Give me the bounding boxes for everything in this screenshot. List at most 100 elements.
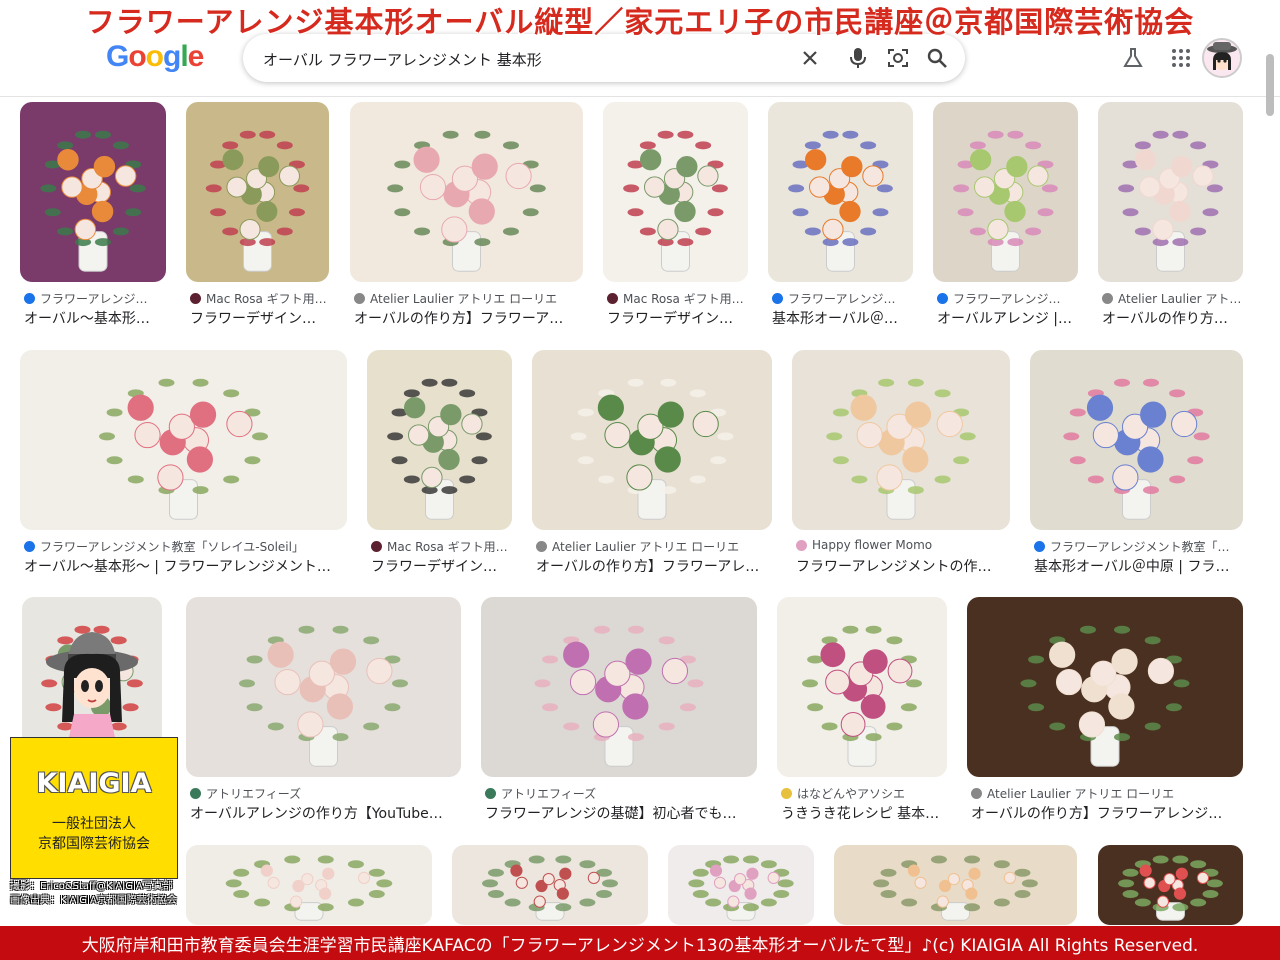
microphone-icon[interactable] <box>846 46 870 70</box>
result-thumbnail[interactable] <box>20 102 166 282</box>
result-title[interactable]: 基本形オーバル＠… <box>772 308 913 328</box>
result-thumbnail[interactable] <box>186 845 432 925</box>
result-title[interactable]: フラワーアレンジメントの作… <box>796 556 1010 576</box>
result-title[interactable]: オーバルの作り方】フラワーアレンジ… <box>971 803 1243 823</box>
result-thumbnail[interactable] <box>532 350 772 530</box>
result-thumbnail[interactable] <box>1098 845 1243 925</box>
result-thumbnail[interactable] <box>186 102 329 282</box>
apps-grid-icon[interactable] <box>1167 44 1195 72</box>
result-source-text: Mac Rosa ギフト用… <box>206 292 327 306</box>
result-source[interactable]: はなどんやアソシエ <box>781 785 947 802</box>
credit-line1: 撮影：Erico&Staff@KIAIGIA写真部 <box>10 881 173 892</box>
result-source[interactable]: アトリエフィーズ <box>485 785 757 802</box>
banner-title: フラワーアレンジ基本形オーバル縦型／家元エリ子の市民講座＠京都国際芸術協会 <box>85 5 1195 39</box>
result-source[interactable]: Happy flower Momo <box>796 538 1010 552</box>
result-thumbnail[interactable] <box>452 845 648 925</box>
lens-icon[interactable] <box>886 46 910 70</box>
kiaigia-badge: KIAIGIA 一般社団法人 京都国際芸術協会 <box>10 737 178 879</box>
result-source-text: Atelier Laulier アトリエ ローリエ <box>370 292 558 306</box>
site-favicon-icon <box>1034 541 1045 552</box>
result-source-text: Happy flower Momo <box>812 538 933 552</box>
result-thumbnail[interactable] <box>1030 350 1243 530</box>
result-source-text: フラワーアレンジ… <box>953 292 1061 306</box>
result-source-text: フラワーアレンジ… <box>788 292 896 306</box>
result-source[interactable]: フラワーアレンジメント教室「… <box>1034 538 1243 555</box>
result-thumbnail[interactable] <box>668 845 814 925</box>
logo-letter: G <box>106 40 129 73</box>
result-source-text: はなどんやアソシエ <box>797 787 906 801</box>
site-favicon-icon <box>190 293 201 304</box>
result-thumbnail[interactable] <box>967 597 1243 777</box>
result-source[interactable]: Mac Rosa ギフト用… <box>607 290 748 307</box>
site-favicon-icon <box>1102 293 1113 304</box>
result-source[interactable]: フラワーアレンジ… <box>937 290 1078 307</box>
result-thumbnail[interactable] <box>481 597 757 777</box>
site-favicon-icon <box>24 541 35 552</box>
result-source[interactable]: フラワーアレンジメント教室「ソレイユ-Soleil」 <box>24 538 347 555</box>
result-source[interactable]: Atelier Laulier アト… <box>1102 290 1243 307</box>
result-source-text: フラワーアレンジ… <box>40 292 148 306</box>
result-title[interactable]: フラワーデザイン… <box>607 308 748 328</box>
site-favicon-icon <box>607 293 618 304</box>
logo-letter: g <box>163 40 181 73</box>
result-thumbnail[interactable] <box>20 350 347 530</box>
result-source[interactable]: フラワーアレンジ… <box>772 290 913 307</box>
photo-credit: 撮影：Erico&Staff@KIAIGIA写真部 画像出典：KIAIGIA京都… <box>10 880 177 908</box>
result-title[interactable]: オーバルの作り方… <box>1102 308 1243 328</box>
search-icon[interactable] <box>925 46 949 70</box>
result-thumbnail[interactable] <box>768 102 913 282</box>
result-source-text: Atelier Laulier アトリエ ローリエ <box>552 540 740 554</box>
result-source[interactable]: Mac Rosa ギフト用… <box>190 290 329 307</box>
google-logo[interactable]: Google <box>106 40 205 74</box>
result-source[interactable]: Atelier Laulier アトリエ ローリエ <box>354 290 583 307</box>
result-source[interactable]: フラワーアレンジ… <box>24 290 166 307</box>
result-thumbnail[interactable] <box>792 350 1010 530</box>
result-title[interactable]: フラワーデザイン… <box>371 556 512 576</box>
search-input[interactable]: オーバル フラワーアレンジメント 基本形 <box>263 49 542 70</box>
result-source-text: フラワーアレンジメント教室「… <box>1050 540 1230 554</box>
result-source[interactable]: Mac Rosa ギフト用… <box>371 538 512 555</box>
result-thumbnail[interactable] <box>1098 102 1243 282</box>
result-thumbnail[interactable] <box>367 350 512 530</box>
search-box[interactable]: オーバル フラワーアレンジメント 基本形 <box>243 34 965 82</box>
site-favicon-icon <box>24 293 35 304</box>
footer-caption: 大阪府岸和田市教育委員会生涯学習市民講座KAFACの「フラワーアレンジメント13… <box>0 926 1280 960</box>
result-title[interactable]: オーバルアレンジの作り方【YouTube… <box>190 803 461 823</box>
badge-line1: 一般社団法人 <box>52 816 136 832</box>
site-favicon-icon <box>536 541 547 552</box>
result-title[interactable]: 基本形オーバル＠中原 | フラ… <box>1034 556 1243 576</box>
result-thumbnail[interactable] <box>603 102 748 282</box>
result-title[interactable]: うきうき花レシピ 基本… <box>781 803 947 823</box>
site-favicon-icon <box>796 539 807 551</box>
logo-letter: o <box>145 40 164 73</box>
result-title[interactable]: オーバルアレンジ |… <box>937 308 1078 328</box>
logo-letter: e <box>187 40 205 73</box>
result-thumbnail[interactable] <box>777 597 947 777</box>
credit-line2: 画像出典：KIAIGIA京都国際芸術協会 <box>10 895 177 906</box>
result-thumbnail[interactable] <box>933 102 1078 282</box>
avatar[interactable] <box>1202 38 1242 78</box>
result-title[interactable]: オーバル〜基本形… <box>24 308 166 328</box>
scrollbar-thumb[interactable] <box>1266 54 1274 116</box>
result-title[interactable]: フラワーアレンジの基礎】初心者でも… <box>485 803 757 823</box>
result-source-text: フラワーアレンジメント教室「ソレイユ-Soleil」 <box>40 540 304 554</box>
logo-letter: o <box>128 40 146 73</box>
close-icon[interactable] <box>798 46 822 70</box>
result-title[interactable]: フラワーデザイン… <box>190 308 329 328</box>
site-favicon-icon <box>485 788 496 799</box>
result-thumbnail[interactable] <box>186 597 461 777</box>
result-source[interactable]: Atelier Laulier アトリエ ローリエ <box>971 785 1243 802</box>
mascot-illustration <box>44 622 140 742</box>
result-title[interactable]: オーバル〜基本形〜 | フラワーアレンジメント… <box>24 556 347 576</box>
site-favicon-icon <box>190 788 201 799</box>
result-thumbnail[interactable] <box>834 845 1077 925</box>
labs-flask-icon[interactable] <box>1119 44 1147 72</box>
result-title[interactable]: オーバルの作り方】フラワーア… <box>354 308 583 328</box>
result-source-text: Atelier Laulier アト… <box>1118 292 1242 306</box>
result-source[interactable]: アトリエフィーズ <box>190 785 461 802</box>
result-source-text: Atelier Laulier アトリエ ローリエ <box>987 787 1175 801</box>
result-thumbnail[interactable] <box>350 102 583 282</box>
site-favicon-icon <box>371 541 382 552</box>
result-source[interactable]: Atelier Laulier アトリエ ローリエ <box>536 538 772 555</box>
result-title[interactable]: オーバルの作り方】フラワーアレ… <box>536 556 772 576</box>
